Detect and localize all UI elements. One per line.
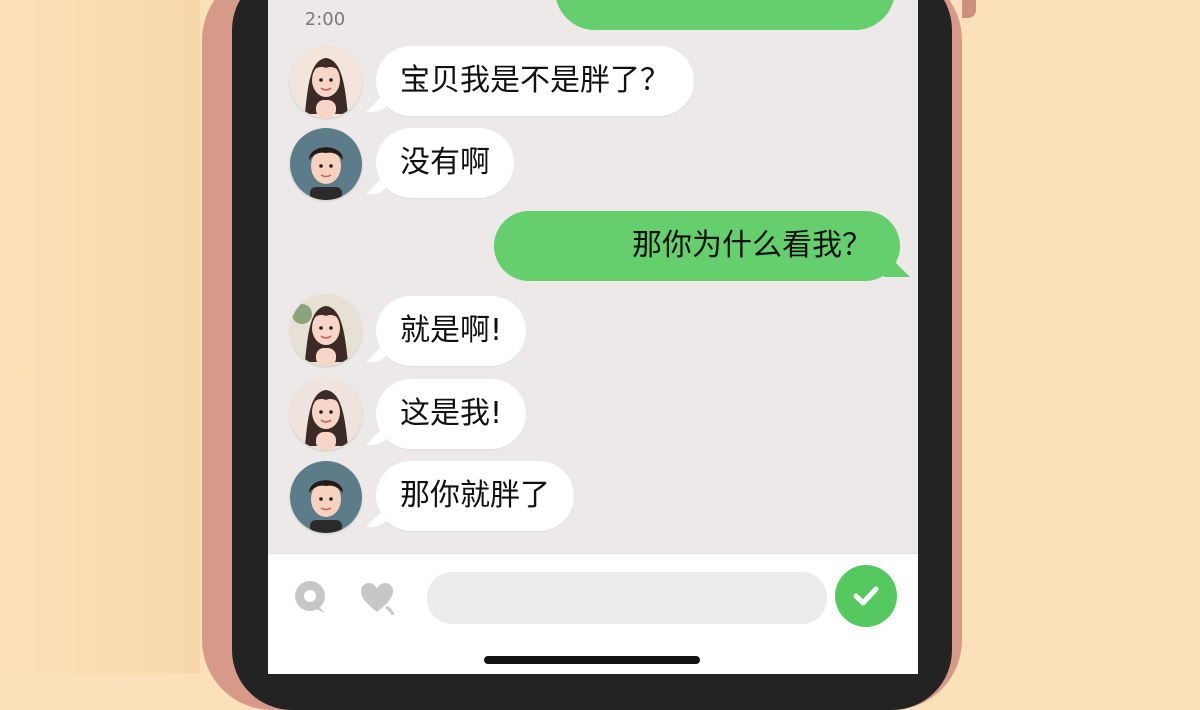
check-icon xyxy=(853,586,879,606)
woman-avatar-icon xyxy=(290,378,362,450)
phone-side-button xyxy=(962,0,976,18)
woman-avatar-icon xyxy=(290,294,362,366)
timestamp: 2:00 xyxy=(304,9,346,30)
outgoing-message-bubble-partial xyxy=(555,0,895,30)
incoming-message-bubble[interactable]: 这是我! xyxy=(376,379,527,449)
avatar[interactable] xyxy=(290,461,362,533)
woman-avatar-icon xyxy=(290,46,362,118)
left-background xyxy=(0,0,200,673)
avatar[interactable] xyxy=(290,378,362,450)
voice-icon[interactable] xyxy=(292,578,332,618)
man-avatar-icon xyxy=(290,128,362,200)
avatar[interactable] xyxy=(290,294,362,366)
message-input[interactable] xyxy=(427,572,827,624)
incoming-message-bubble[interactable]: 宝贝我是不是胖了？ xyxy=(376,46,694,116)
incoming-message-bubble[interactable]: 就是啊! xyxy=(376,296,527,366)
avatar[interactable] xyxy=(290,46,362,118)
heart-icon[interactable] xyxy=(357,578,397,618)
man-avatar-icon xyxy=(290,461,362,533)
incoming-message-bubble[interactable]: 没有啊 xyxy=(376,128,514,198)
home-indicator[interactable] xyxy=(484,656,700,664)
send-button[interactable] xyxy=(835,565,897,627)
incoming-message-bubble[interactable]: 那你就胖了 xyxy=(376,461,574,531)
avatar[interactable] xyxy=(290,128,362,200)
outgoing-message-bubble[interactable]: 那你为什么看我？ xyxy=(494,211,900,281)
